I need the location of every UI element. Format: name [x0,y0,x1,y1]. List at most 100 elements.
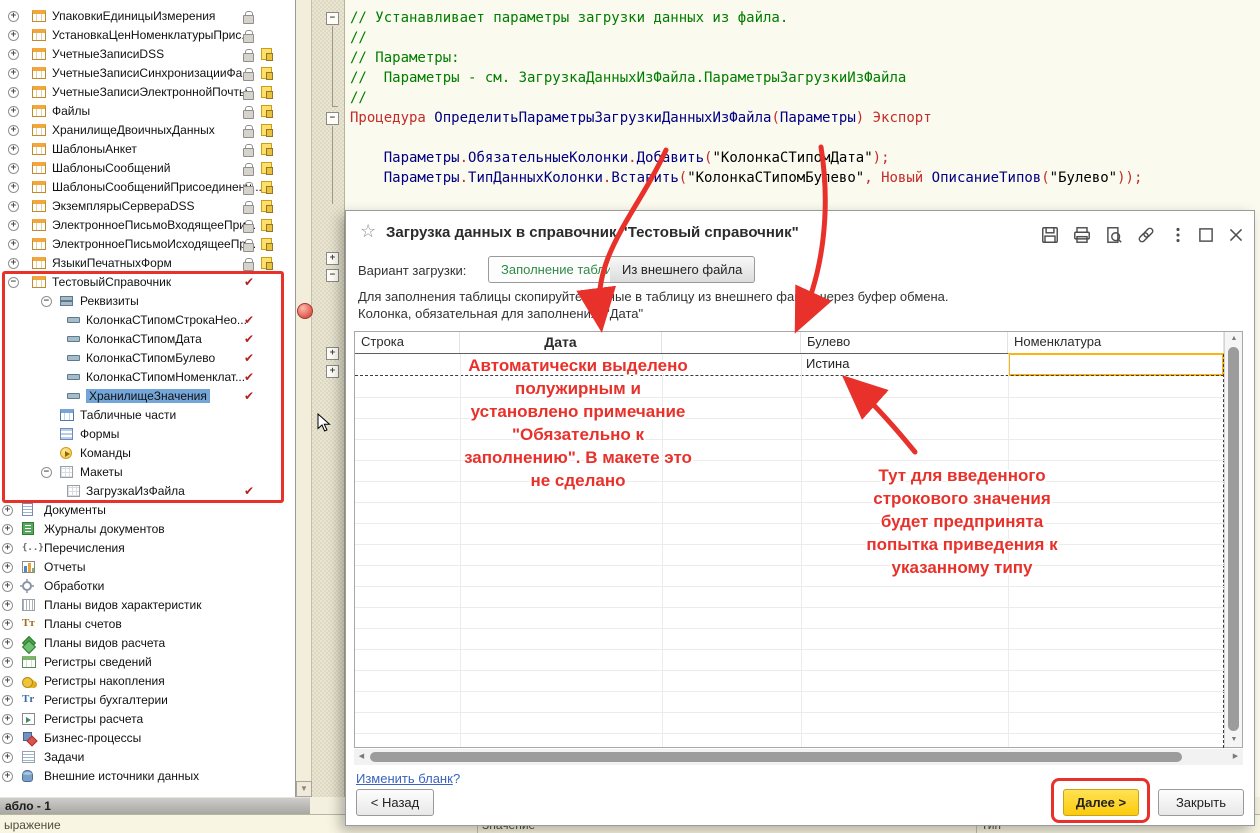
tree-item[interactable]: +ЭкземплярыСервераDSS [0,197,296,216]
fold-minus-icon[interactable]: − [326,12,339,25]
edit-form-link[interactable]: Изменить бланк [356,771,453,786]
tree-item[interactable]: +ЭлектронноеПисьмоВходящееПри... [0,216,296,235]
tree-item[interactable]: КолонкаСТипомСтрокаНео...✔ [0,311,296,330]
expand-plus-icon[interactable]: + [8,163,19,174]
tree-item[interactable]: +ШаблоныСообщенийПрисоединенн... [0,178,296,197]
collapse-minus-icon[interactable]: − [8,277,19,288]
tree-item[interactable]: +ХранилищеДвоичныхДанных [0,121,296,140]
breakpoint-icon[interactable] [297,303,313,319]
next-button[interactable]: Далее > [1063,789,1139,816]
expand-plus-icon[interactable]: + [8,182,19,193]
scroll-left-icon[interactable]: ◀ [354,749,369,765]
table-header-Булево[interactable]: Булево [801,332,1008,353]
expand-plus-icon[interactable]: + [2,676,13,687]
expand-plus-icon[interactable]: + [2,524,13,535]
expand-plus-icon[interactable]: + [2,771,13,782]
tree-item[interactable]: −Реквизиты [0,292,296,311]
tree-item[interactable]: −ТестовыйСправочник✔ [0,273,296,292]
tree-item[interactable]: +Планы видов расчета [0,634,296,653]
tree-item[interactable]: +УчетныеЗаписиСинхронизацииФа... [0,64,296,83]
scroll-right-icon[interactable]: ▶ [1228,749,1243,765]
expand-plus-icon[interactable]: + [2,657,13,668]
scrollbar-thumb[interactable] [370,752,1182,762]
expand-plus-icon[interactable]: + [8,11,19,22]
favorite-star-icon[interactable]: ☆ [360,221,376,242]
expand-plus-icon[interactable]: + [2,733,13,744]
expand-plus-icon[interactable]: + [2,714,13,725]
tree-item[interactable]: +УчетныеЗаписиЭлектроннойПочты [0,83,296,102]
tree-item[interactable]: Табличные части [0,406,296,425]
data-table[interactable]: ▲ ▼ СтрокаДата БулевоНоменклатура Истина [354,331,1243,748]
expand-plus-icon[interactable]: + [8,68,19,79]
expand-plus-icon[interactable]: + [8,258,19,269]
tree-item[interactable]: КолонкаСТипомДата✔ [0,330,296,349]
tree-item[interactable]: +ШаблоныАнкет [0,140,296,159]
expand-plus-icon[interactable]: + [2,695,13,706]
table-horizontal-scrollbar[interactable]: ◀ ▶ [354,749,1243,765]
expand-plus-icon[interactable]: + [2,543,13,554]
tree-item[interactable]: +Журналы документов [0,520,296,539]
scroll-up-icon[interactable]: ▲ [1225,332,1243,346]
tree-item[interactable]: +ШаблоныСообщений [0,159,296,178]
tree-item[interactable]: +Регистры накопления [0,672,296,691]
tree-item[interactable]: Команды [0,444,296,463]
expand-plus-icon[interactable]: + [8,220,19,231]
tree-item[interactable]: +УпаковкиЕдиницыИзмерения [0,7,296,26]
tree-item[interactable]: +Обработки [0,577,296,596]
save-icon[interactable] [1040,225,1062,247]
print-icon[interactable] [1072,225,1094,247]
table-header-Номенклатура[interactable]: Номенклатура [1008,332,1224,353]
expand-plus-icon[interactable]: + [2,562,13,573]
fold-minus-icon[interactable]: − [326,112,339,125]
tree-item[interactable]: +УчетныеЗаписиDSS [0,45,296,64]
tree-scrollbar[interactable]: ▼ [296,0,312,797]
tree-item[interactable]: +Задачи [0,748,296,767]
tree-item[interactable]: +Планы видов характеристик [0,596,296,615]
scroll-down-icon[interactable]: ▼ [296,781,312,797]
fold-plus-icon[interactable]: + [326,365,339,378]
back-button[interactable]: < Назад [356,789,434,816]
tree-item[interactable]: +Отчеты [0,558,296,577]
close-icon[interactable] [1226,225,1248,247]
collapse-minus-icon[interactable]: − [41,296,52,307]
tree-item[interactable]: +Регистры бухгалтерии [0,691,296,710]
expand-plus-icon[interactable]: + [8,239,19,250]
tree-item[interactable]: +ЭлектронноеПисьмоИсходящееПр... [0,235,296,254]
scroll-down-icon[interactable]: ▼ [1225,733,1243,747]
table-vertical-scrollbar[interactable]: ▲ ▼ [1224,332,1242,747]
tree-item[interactable]: КолонкаСТипомБулево✔ [0,349,296,368]
expand-plus-icon[interactable]: + [8,144,19,155]
close-button[interactable]: Закрыть [1158,789,1244,816]
fold-minus-icon[interactable]: − [326,269,339,282]
tree-item[interactable]: +Планы счетов [0,615,296,634]
table-header-Дата[interactable]: Дата [460,332,662,353]
expand-plus-icon[interactable]: + [8,125,19,136]
fold-plus-icon[interactable]: + [326,347,339,360]
selected-cell[interactable] [1008,353,1224,376]
tree-item[interactable]: +УстановкаЦенНоменклатурыПрис... [0,26,296,45]
table-header-Строка[interactable]: Строка [355,332,460,353]
tab-from-file[interactable]: Из внешнего файла [610,256,755,283]
expand-plus-icon[interactable]: + [2,581,13,592]
maximize-icon[interactable] [1196,225,1218,247]
tree-item[interactable]: +Бизнес-процессы [0,729,296,748]
help-link[interactable]: ? [453,771,460,786]
tree-item[interactable]: +Регистры расчета [0,710,296,729]
tree-item[interactable]: +Файлы [0,102,296,121]
fold-plus-icon[interactable]: + [326,252,339,265]
expand-plus-icon[interactable]: + [2,752,13,763]
tree-item[interactable]: −Макеты [0,463,296,482]
preview-icon[interactable] [1104,225,1126,247]
tree-item[interactable]: +ЯзыкиПечатныхФорм [0,254,296,273]
link-icon[interactable] [1136,225,1158,247]
expand-plus-icon[interactable]: + [2,600,13,611]
tree-item[interactable]: Формы [0,425,296,444]
collapse-minus-icon[interactable]: − [41,467,52,478]
expand-plus-icon[interactable]: + [8,49,19,60]
tree-item[interactable]: +Регистры сведений [0,653,296,672]
expand-plus-icon[interactable]: + [2,505,13,516]
expand-plus-icon[interactable]: + [8,201,19,212]
tree-item[interactable]: +Внешние источники данных [0,767,296,786]
table-cell[interactable]: Истина [806,356,849,371]
tree-item[interactable]: КолонкаСТипомНоменклат...✔ [0,368,296,387]
